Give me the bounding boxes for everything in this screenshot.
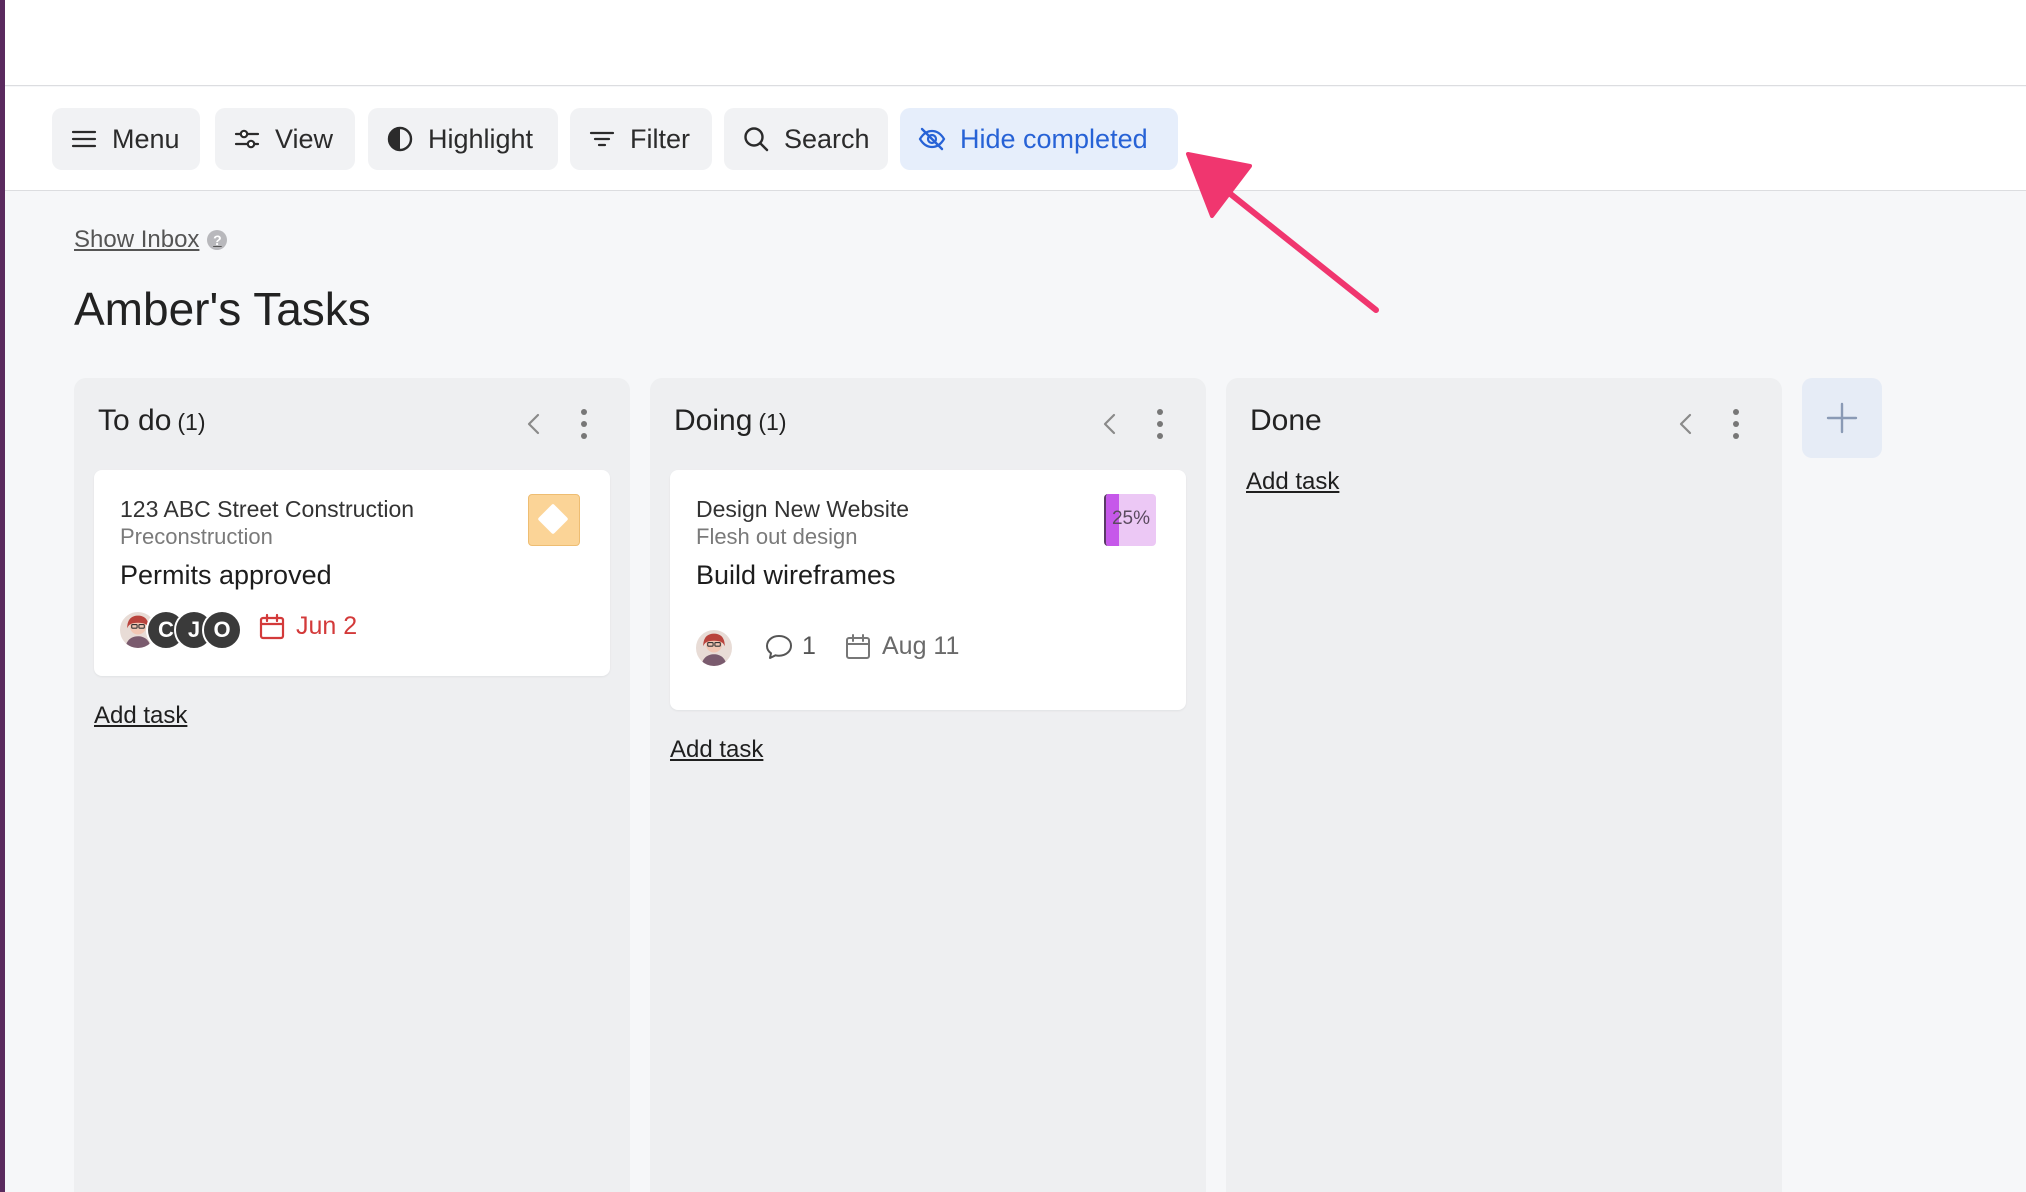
contrast-icon [387,126,413,152]
calendar-icon [846,633,870,659]
card-project: 123 ABC Street Construction [120,496,415,522]
column-count: (1) [177,409,206,435]
milestone-icon [528,494,580,546]
add-task-link[interactable]: Add task [1246,468,1339,496]
page-title: Amber's Tasks [74,283,371,335]
card-section: Flesh out design [696,524,858,549]
avatar[interactable]: O [202,610,242,650]
column-title: Done [1250,404,1328,438]
show-inbox-label: Show Inbox [74,226,200,253]
column-header: To do (1) [98,404,606,444]
task-card[interactable]: 123 ABC Street Construction Preconstruct… [94,470,610,676]
hide-completed-button-label: Hide completed [960,123,1148,154]
more-vertical-icon[interactable] [578,408,590,440]
comments-count[interactable]: 1 [764,632,816,661]
search-button-label: Search [784,123,870,154]
more-vertical-icon[interactable] [1730,408,1742,440]
column-title-text: Done [1250,404,1322,437]
avatar[interactable] [694,628,734,668]
more-vertical-icon[interactable] [1154,408,1166,440]
column-header: Done [1250,404,1758,444]
highlight-button[interactable]: Highlight [368,108,558,170]
add-task-link[interactable]: Add task [670,736,763,764]
toolbar: Menu View Highlight Filter Search Hide c… [5,87,2026,191]
sliders-icon [234,129,260,149]
top-header [5,0,2026,86]
chevron-left-icon[interactable] [1674,410,1698,438]
task-card[interactable]: Design New Website Flesh out design Buil… [670,470,1186,710]
highlight-button-label: Highlight [428,123,534,154]
comments-count-label: 1 [802,632,816,660]
view-button[interactable]: View [215,108,355,170]
user-photo-icon [701,633,727,666]
progress-label: 25% [1111,508,1151,529]
annotation-arrow-icon [1186,152,1379,313]
column-header: Doing (1) [674,404,1182,444]
calendar-icon [259,613,285,639]
chevron-left-icon[interactable] [522,410,546,438]
column-title-text: To do [98,404,172,437]
hide-completed-button[interactable]: Hide completed [900,108,1178,170]
chevron-left-icon[interactable] [1098,410,1122,438]
column-title: Doing (1) [674,404,787,438]
column-done: Done Add task [1226,378,1782,1192]
show-inbox-link[interactable]: Show Inbox ? [74,226,228,254]
card-title: Permits approved [120,560,332,590]
view-button-label: View [275,123,334,154]
due-date[interactable]: Aug 11 [844,632,959,661]
column-doing: Doing (1) Design New Website Flesh out de… [650,378,1206,1192]
comment-icon [766,634,792,659]
filter-icon [589,131,615,147]
column-to-do: To do (1) 123 ABC Street Construction Pre… [74,378,630,1192]
add-column-button[interactable] [1802,378,1882,458]
column-title: To do (1) [98,404,206,438]
due-date-label: Jun 2 [296,612,358,640]
help-icon[interactable]: ? [207,230,228,250]
card-project: Design New Website [696,496,910,522]
card-section: Preconstruction [120,524,273,549]
card-title: Build wireframes [696,560,896,590]
column-count: (1) [758,409,787,435]
add-task-link[interactable]: Add task [94,702,187,730]
filter-button-label: Filter [630,123,690,154]
search-button[interactable]: Search [724,108,888,170]
filter-button[interactable]: Filter [570,108,712,170]
plus-icon [1826,402,1858,434]
menu-button[interactable]: Menu [52,108,200,170]
column-title-text: Doing [674,404,753,437]
eye-off-icon [918,127,946,151]
due-date[interactable]: Jun 2 [258,612,357,641]
hamburger-icon [71,130,97,148]
menu-button-label: Menu [112,123,180,154]
search-icon [744,127,769,152]
progress-indicator: 25% [1104,494,1156,546]
due-date-label: Aug 11 [882,632,960,660]
